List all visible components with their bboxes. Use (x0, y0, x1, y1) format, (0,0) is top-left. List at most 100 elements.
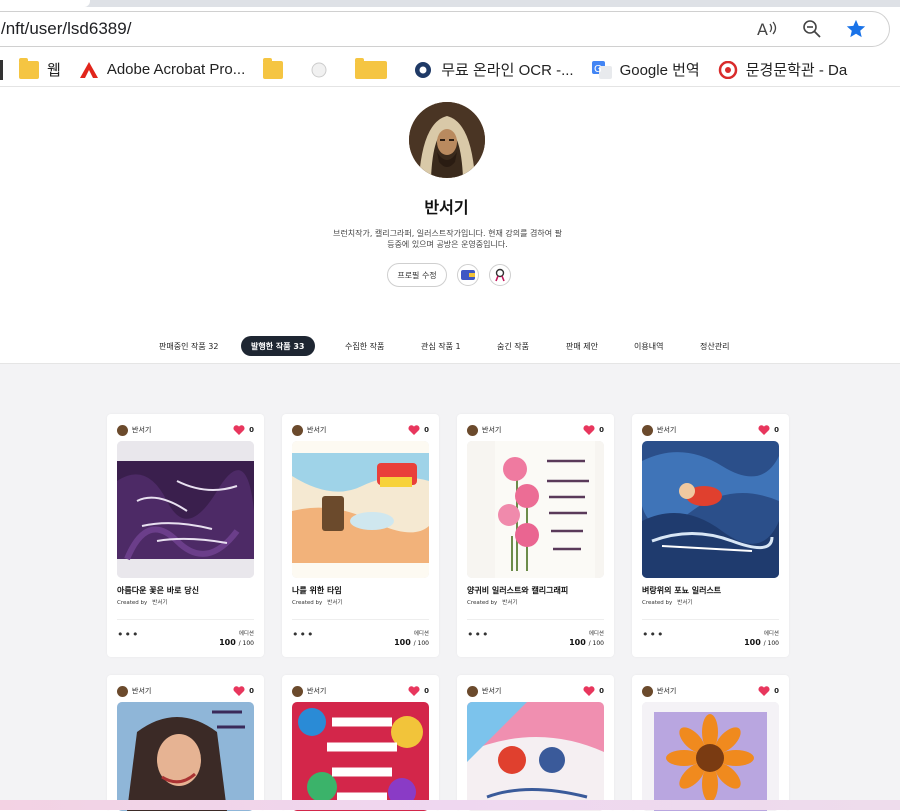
edition-label: 에디션 (238, 631, 254, 637)
artwork-title[interactable]: 나를 위한 타임 (292, 585, 432, 596)
artwork-card[interactable]: 반서기 0 아름다운 꽃은 바로 당신 Created by 반서기 ••• 에디… (107, 414, 264, 657)
read-aloud-icon[interactable]: A (757, 18, 779, 40)
artwork-image-pink-poppies[interactable] (467, 441, 604, 578)
owner-name[interactable]: 반서기 (307, 686, 408, 696)
artwork-image-ponyo-wave[interactable] (642, 441, 779, 578)
owner-name[interactable]: 반서기 (132, 686, 233, 696)
more-options-button[interactable]: ••• (467, 628, 489, 641)
browser-chrome: /nft/user/lsd6389/ A 웹 Adobe Acrobat Pro… (0, 0, 900, 95)
artwork-card[interactable]: 반서기 0 (457, 675, 614, 811)
bookmark-label: Google 번역 (619, 62, 700, 79)
owner-avatar (117, 424, 128, 436)
card-header: 반서기 0 (467, 685, 604, 697)
more-options-button[interactable]: ••• (117, 628, 139, 641)
bookmark-item-globe[interactable] (309, 61, 337, 79)
like-count: 0 (774, 687, 779, 695)
tab-hidden[interactable]: 숨긴 작품 (497, 336, 529, 356)
heart-icon[interactable] (233, 685, 245, 697)
artwork-card[interactable]: 반서기 0 (632, 675, 789, 811)
like-count: 0 (424, 426, 429, 434)
owner-name[interactable]: 반서기 (307, 425, 408, 435)
artwork-card[interactable]: 반서기 0 벼랑위의 포뇨 일러스트 Created by 반서기 ••• 에디… (632, 414, 789, 657)
folder-icon (263, 57, 284, 79)
tab-history[interactable]: 이용내역 (634, 336, 663, 356)
bookmark-item-adobe[interactable]: Adobe Acrobat Pro... (79, 61, 245, 79)
edition-number: 100 (569, 638, 586, 647)
tab-settlement[interactable]: 정산관리 (700, 336, 729, 356)
bookmark-item-web[interactable]: 웹 (19, 57, 61, 80)
favorite-star-icon[interactable] (845, 18, 867, 40)
heart-icon[interactable] (583, 424, 595, 436)
heart-icon[interactable] (758, 685, 770, 697)
owner-avatar (292, 685, 303, 697)
artwork-title[interactable]: 아름다운 꽃은 바로 당신 (117, 585, 257, 596)
heart-icon[interactable] (583, 685, 595, 697)
edition-total: / 100 (588, 640, 604, 647)
edit-profile-button[interactable]: 프로필 수정 (387, 263, 447, 287)
like-count: 0 (774, 426, 779, 434)
owner-name[interactable]: 반서기 (482, 686, 583, 696)
card-divider (292, 619, 429, 620)
card-header: 반서기 0 (292, 685, 429, 697)
bookmark-item-ocr[interactable]: 무료 온라인 OCR -... (413, 59, 574, 80)
bookmarks-bar: 웹 Adobe Acrobat Pro... 무료 온라인 OCR -... G… (0, 53, 900, 87)
tab-on-sale[interactable]: 판매중인 작품 32 (159, 336, 218, 356)
tab-liked[interactable]: 관심 작품 1 (421, 336, 461, 356)
artwork-title[interactable]: 벼랑위의 포뇨 일러스트 (642, 585, 782, 596)
creator-name[interactable]: 반서기 (152, 600, 167, 606)
bookmark-item-munkyung[interactable]: 문경문학관 - Da (718, 59, 847, 80)
owner-name[interactable]: 반서기 (482, 425, 583, 435)
owner-name[interactable]: 반서기 (657, 425, 758, 435)
artwork-title[interactable]: 양귀비 일러스트와 캘리그래피 (467, 585, 607, 596)
address-bar[interactable]: /nft/user/lsd6389/ A (0, 11, 890, 47)
edition-number: 100 (744, 638, 761, 647)
artwork-card[interactable]: 반서기 0 양귀비 일러스트와 캘리그래피 Created by 반서기 •••… (457, 414, 614, 657)
created-by: Created by 반서기 (467, 598, 517, 606)
bookmark-item-google-translate[interactable]: G Google 번역 (591, 59, 700, 80)
artwork-card[interactable]: 반서기 0 (282, 675, 439, 811)
more-options-button[interactable]: ••• (292, 628, 314, 641)
heart-icon[interactable] (408, 424, 420, 436)
tab-collected[interactable]: 수집한 작품 (345, 336, 384, 356)
creator-name[interactable]: 반서기 (327, 600, 342, 606)
like-count: 0 (249, 426, 254, 434)
like-count: 0 (599, 687, 604, 695)
owner-avatar (467, 424, 478, 436)
more-options-button[interactable]: ••• (642, 628, 664, 641)
artwork-image-ponyo-kiss[interactable] (467, 702, 604, 811)
heart-icon[interactable] (758, 424, 770, 436)
artwork-card[interactable]: 반서기 0 (107, 675, 264, 811)
heart-icon[interactable] (233, 424, 245, 436)
creator-name[interactable]: 반서기 (677, 600, 692, 606)
globe-icon (309, 61, 329, 79)
artwork-image-cafe-drink[interactable] (292, 441, 429, 578)
url-text[interactable]: /nft/user/lsd6389/ (1, 19, 757, 39)
card-header: 반서기 0 (117, 424, 254, 436)
bookmark-label: 웹 (47, 62, 61, 79)
artwork-image-purple-leaves[interactable] (117, 441, 254, 578)
edition-count: 100 / 100 (569, 638, 604, 647)
tab-offers[interactable]: 판매 제안 (566, 336, 598, 356)
award-ribbon-icon[interactable] (489, 264, 511, 286)
browser-tab[interactable] (0, 0, 90, 7)
edition-label: 에디션 (588, 631, 604, 637)
tab-issued[interactable]: 발행한 작품 33 (241, 336, 315, 356)
artwork-image-sunflower[interactable] (642, 702, 779, 811)
creator-name[interactable]: 반서기 (502, 600, 517, 606)
wallet-icon[interactable] (457, 264, 479, 286)
artwork-image-colorful-lettering[interactable] (292, 702, 429, 811)
card-divider (117, 619, 254, 620)
created-by: Created by 반서기 (642, 598, 692, 606)
bookmark-item-folder-2[interactable] (355, 57, 395, 79)
artwork-card[interactable]: 반서기 0 나를 위한 타임 Created by 반서기 ••• 에디션 10… (282, 414, 439, 657)
zoom-out-icon[interactable] (801, 18, 823, 40)
artwork-grid: 반서기 0 아름다운 꽃은 바로 당신 Created by 반서기 ••• 에디… (0, 363, 900, 811)
heart-icon[interactable] (408, 685, 420, 697)
edition-number: 100 (394, 638, 411, 647)
bookmark-item-folder[interactable] (263, 57, 291, 79)
artwork-image-woman-portrait[interactable] (117, 702, 254, 811)
artwork-tabs: 판매중인 작품 32 발행한 작품 33 수집한 작품 관심 작품 1 숨긴 작… (0, 333, 900, 363)
owner-name[interactable]: 반서기 (657, 686, 758, 696)
owner-name[interactable]: 반서기 (132, 425, 233, 435)
card-divider (642, 619, 779, 620)
